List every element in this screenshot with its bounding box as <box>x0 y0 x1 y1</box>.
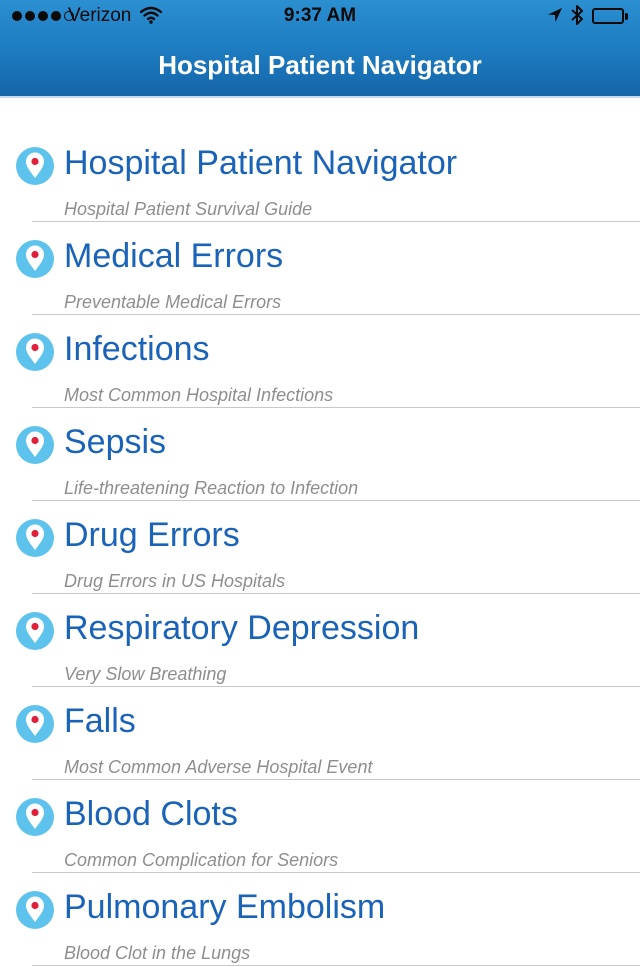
map-pin-icon <box>15 332 55 372</box>
list-item[interactable]: Infections Most Common Hospital Infection… <box>0 284 640 408</box>
battery-icon <box>592 8 630 26</box>
bluetooth-icon <box>570 4 584 32</box>
list-item[interactable]: Blood Clots Common Complication for Senio… <box>0 749 640 873</box>
list-item[interactable]: Pulmonary Embolism Blood Clot in the Lung… <box>0 842 640 966</box>
list-item[interactable]: Medical Errors Preventable Medical Errors <box>0 191 640 315</box>
map-pin-icon <box>15 425 55 465</box>
map-pin-icon <box>15 146 55 186</box>
map-pin-icon <box>15 704 55 744</box>
list-item-title: Drug Errors <box>64 516 240 554</box>
status-time: 9:37 AM <box>283 5 357 26</box>
list-item-title: Medical Errors <box>64 237 284 275</box>
map-pin-icon <box>15 797 55 837</box>
navigation-bar: Verizon 9:37 AM Hospital Patient Navigat… <box>0 0 640 98</box>
list-item[interactable]: Sepsis Life-threatening Reaction to Infec… <box>0 377 640 501</box>
list-item[interactable]: Drug Errors Drug Errors in US Hospitals <box>0 470 640 594</box>
map-pin-icon <box>15 239 55 279</box>
map-pin-icon <box>15 611 55 651</box>
status-bar: Verizon 9:37 AM <box>0 0 640 32</box>
list-item-title: Respiratory Depression <box>64 609 420 647</box>
list-item[interactable]: Hospital Patient Navigator Hospital Patie… <box>0 98 640 222</box>
list-item[interactable]: Respiratory Depression Very Slow Breathin… <box>0 563 640 687</box>
map-pin-icon <box>15 518 55 558</box>
map-pin-icon <box>15 890 55 930</box>
list-item-title: Falls <box>64 702 136 740</box>
list-item-title: Hospital Patient Navigator <box>64 144 458 182</box>
location-arrow-icon <box>547 7 563 29</box>
list-item-title: Blood Clots <box>64 795 238 833</box>
list-item-title: Sepsis <box>64 423 167 461</box>
list-item-subtitle: Blood Clot in the Lungs <box>64 943 251 963</box>
list-item-title: Infections <box>64 330 210 368</box>
list-item-title: Pulmonary Embolism <box>64 888 386 926</box>
page-title: Hospital Patient Navigator <box>158 50 482 80</box>
list-item[interactable]: Falls Most Common Adverse Hospital Event <box>0 656 640 780</box>
